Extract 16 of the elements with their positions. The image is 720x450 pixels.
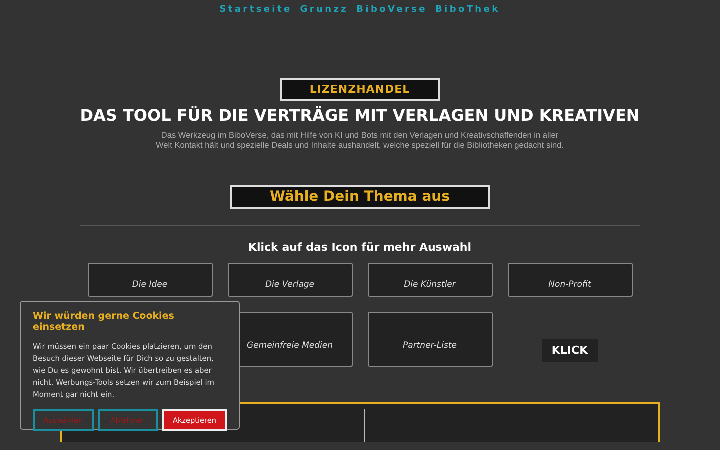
nav-link[interactable]: Startseite: [220, 5, 292, 15]
topic-tile[interactable]: Non-Profit: [508, 263, 632, 297]
topic-tile[interactable]: Die Verlage: [228, 263, 352, 297]
nav-link[interactable]: BiboVerse: [356, 5, 428, 15]
intro-text: Das Werkzeug im BiboVerse, das mit Hilfe von KI und Bots mit den Verlagen und Kreativschaffenden in aller Welt Kontakt hält und spezielle Deals und Inhalte aushandelt, welche speziell für die Bibliotheken gedacht sind.: [155, 130, 565, 150]
topic-tile[interactable]: Die Künstler: [368, 263, 492, 297]
page-title: DAS TOOL FÜR DIE VERTRÄGE MIT VERLAGEN UND KREATIVEN: [80, 106, 640, 125]
section-badge: LIZENZHANDEL: [280, 78, 440, 101]
subheading: Klick auf das Icon für mehr Auswahl: [248, 241, 472, 254]
topic-tile[interactable]: Partner-Liste: [368, 312, 492, 367]
nav-link[interactable]: BiboThek: [435, 5, 500, 15]
theme-heading: Wähle Dein Thema aus: [230, 185, 490, 209]
cookie-title: Wir würden gerne Cookies einsetzen: [33, 311, 176, 333]
topic-tile[interactable]: Die Idee: [88, 263, 212, 297]
klick-button[interactable]: KLICK: [542, 339, 598, 362]
nav-link[interactable]: Grunzz: [300, 5, 349, 15]
